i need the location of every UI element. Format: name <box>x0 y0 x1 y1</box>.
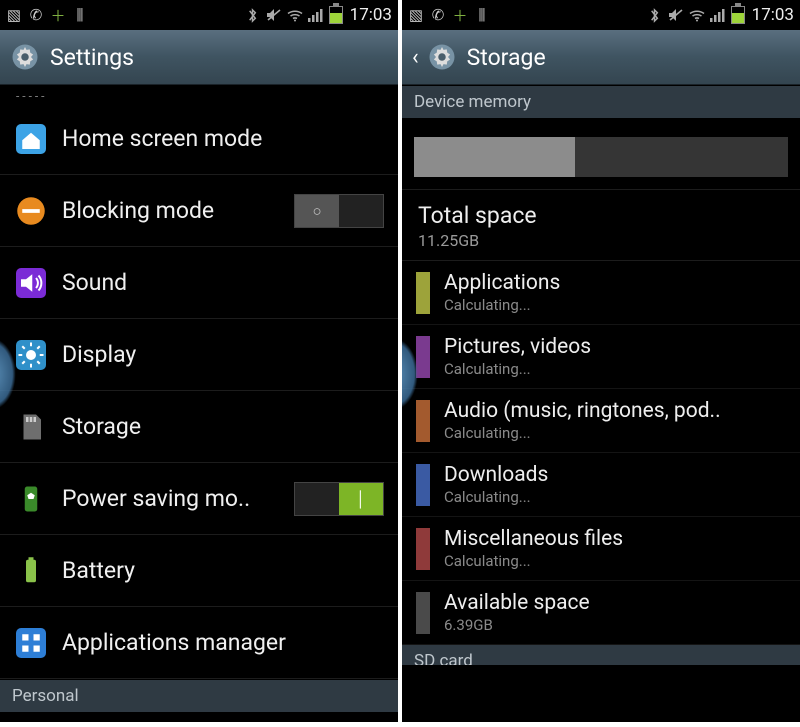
category-color-swatch <box>416 272 430 314</box>
mute-icon <box>668 7 684 23</box>
bluetooth-icon <box>245 7 261 23</box>
category-subtitle: 6.39GB <box>444 616 786 634</box>
apps-icon <box>14 626 48 660</box>
plus-icon: ＋ <box>50 7 66 23</box>
category-subtitle: Calculating... <box>444 296 786 314</box>
category-subtitle: Calculating... <box>444 360 786 378</box>
wifi-icon <box>287 7 303 23</box>
battery-icon <box>329 6 343 24</box>
item-label: Home screen mode <box>62 125 384 152</box>
category-color-swatch <box>416 464 430 506</box>
status-bar: ▧ ✆ ＋ ⫼ 17:03 <box>0 0 398 30</box>
storage-category-row[interactable]: Miscellaneous filesCalculating... <box>402 517 800 581</box>
status-time: 17:03 <box>350 5 392 25</box>
item-label: Sound <box>62 269 384 296</box>
total-space-title: Total space <box>418 202 784 229</box>
status-bar: ▧ ✆ ＋ ⫼ 17:03 <box>402 0 800 30</box>
settings-item-applications-manager[interactable]: Applications manager <box>0 607 398 679</box>
storage-category-row[interactable]: Pictures, videosCalculating... <box>402 325 800 389</box>
item-label: Applications manager <box>62 629 384 656</box>
total-space-value: 11.25GB <box>418 231 784 250</box>
category-title: Downloads <box>444 463 786 487</box>
category-title: Applications <box>444 271 786 295</box>
settings-header: Settings <box>0 30 398 85</box>
mute-icon <box>266 7 282 23</box>
settings-list[interactable]: - - - - - Home screen mode Blocking mode… <box>0 85 398 722</box>
sound-icon <box>14 266 48 300</box>
settings-item-sound[interactable]: Sound <box>0 247 398 319</box>
storage-category-row[interactable]: Available space6.39GB <box>402 581 800 645</box>
category-color-swatch <box>416 592 430 634</box>
settings-item-home-screen-mode[interactable]: Home screen mode <box>0 103 398 175</box>
storage-category-row[interactable]: ApplicationsCalculating... <box>402 261 800 325</box>
battery-icon <box>14 554 48 588</box>
category-subtitle: Calculating... <box>444 488 786 506</box>
storage-categories[interactable]: ApplicationsCalculating...Pictures, vide… <box>402 261 800 645</box>
settings-screen: ▧ ✆ ＋ ⫼ 17:03 Settings <box>0 0 398 722</box>
category-subtitle: Calculating... <box>444 552 786 570</box>
home-icon <box>14 122 48 156</box>
power-saving-toggle[interactable] <box>294 482 384 516</box>
gear-icon <box>427 42 457 72</box>
settings-item-power-saving[interactable]: Power saving mo.. <box>0 463 398 535</box>
status-time: 17:03 <box>752 5 794 25</box>
item-label: Blocking mode <box>62 197 280 224</box>
plus-icon: ＋ <box>452 7 468 23</box>
image-icon: ▧ <box>408 7 424 23</box>
blocking-mode-toggle[interactable] <box>294 194 384 228</box>
settings-item-battery[interactable]: Battery <box>0 535 398 607</box>
page-title: Storage <box>467 44 546 71</box>
category-title: Pictures, videos <box>444 335 786 359</box>
recycle-icon <box>14 482 48 516</box>
settings-item-blocking-mode[interactable]: Blocking mode <box>0 175 398 247</box>
minus-icon <box>14 194 48 228</box>
bars-icon: ⫼ <box>72 7 88 23</box>
signal-icon <box>308 7 324 23</box>
settings-item-display[interactable]: Display <box>0 319 398 391</box>
signal-icon <box>710 7 726 23</box>
wifi-icon <box>689 7 705 23</box>
sd-icon <box>14 410 48 444</box>
settings-item-storage[interactable]: Storage <box>0 391 398 463</box>
section-sd-card: SD card <box>402 645 800 665</box>
storage-header: ‹ Storage <box>402 30 800 85</box>
category-subtitle: Calculating... <box>444 424 786 442</box>
whatsapp-icon: ✆ <box>430 7 446 23</box>
section-device-memory: Device memory <box>402 85 800 119</box>
section-truncated: - - - - - <box>0 85 398 103</box>
display-icon <box>14 338 48 372</box>
item-label: Storage <box>62 413 384 440</box>
storage-category-row[interactable]: DownloadsCalculating... <box>402 453 800 517</box>
whatsapp-icon: ✆ <box>28 7 44 23</box>
page-title: Settings <box>50 44 134 71</box>
back-button[interactable]: ‹ <box>412 45 419 70</box>
bluetooth-icon <box>647 7 663 23</box>
total-space-row[interactable]: Total space 11.25GB <box>402 190 800 261</box>
category-title: Miscellaneous files <box>444 527 786 551</box>
image-icon: ▧ <box>6 7 22 23</box>
storage-usage-bar <box>402 119 800 190</box>
battery-icon <box>731 6 745 24</box>
section-personal: Personal <box>0 679 398 713</box>
gear-icon <box>10 42 40 72</box>
category-title: Audio (music, ringtones, pod.. <box>444 399 786 423</box>
category-title: Available space <box>444 591 786 615</box>
item-label: Display <box>62 341 384 368</box>
category-color-swatch <box>416 528 430 570</box>
item-label: Battery <box>62 557 384 584</box>
bars-icon: ⫼ <box>474 7 490 23</box>
storage-used-segment <box>414 137 575 177</box>
storage-screen: ▧ ✆ ＋ ⫼ 17:03 ‹ Storage <box>402 0 800 722</box>
category-color-swatch <box>416 336 430 378</box>
category-color-swatch <box>416 400 430 442</box>
storage-category-row[interactable]: Audio (music, ringtones, pod..Calculatin… <box>402 389 800 453</box>
item-label: Power saving mo.. <box>62 485 280 512</box>
